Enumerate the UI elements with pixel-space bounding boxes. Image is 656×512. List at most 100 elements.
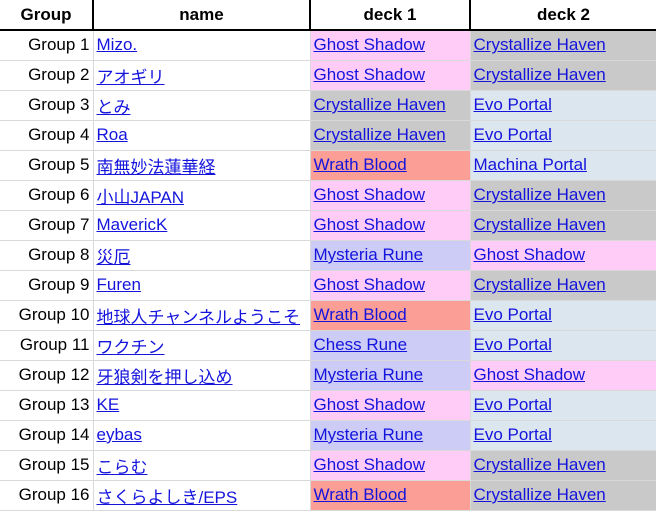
deck1-link[interactable]: Mysteria Rune [314,425,424,444]
deck2-cell: Machina Portal [470,150,656,181]
table-row: Group 2 アオギリ Ghost Shadow Crystallize Haven [0,60,656,91]
deck1-cell: Ghost Shadow [310,30,471,61]
player-name-link[interactable]: 小山JAPAN [97,188,185,207]
deck2-cell: Crystallize Haven [470,270,656,301]
player-name-cell: さくらよしき/EPS [93,480,311,511]
deck2-link[interactable]: Crystallize Haven [474,455,606,474]
deck2-link[interactable]: Ghost Shadow [474,365,586,384]
deck2-link[interactable]: Crystallize Haven [474,65,606,84]
deck2-link[interactable]: Crystallize Haven [474,485,606,504]
group-label-cell: Group 7 [0,210,94,241]
deck1-cell: Wrath Blood [310,300,471,331]
deck2-link[interactable]: Evo Portal [474,95,552,114]
deck2-link[interactable]: Crystallize Haven [474,185,606,204]
deck2-link[interactable]: Evo Portal [474,125,552,144]
deck2-cell: Evo Portal [470,120,656,151]
table-row: Group 10 地球人チャンネルようこそ Wrath Blood Evo Porta… [0,300,656,331]
deck2-cell: Ghost Shadow [470,240,656,271]
player-name-cell: Mizo. [93,30,311,61]
table-row: Group 9 Furen Ghost Shadow Crystallize Have… [0,270,656,301]
group-label-cell: Group 5 [0,150,94,181]
deck1-link[interactable]: Wrath Blood [314,305,407,324]
table-row: Group 15 こらむ Ghost Shadow Crystallize Haven [0,450,656,481]
player-name-link[interactable]: Roa [97,125,128,144]
group-label-cell: Group 1 [0,30,94,61]
player-name-link[interactable]: さくらよしき/EPS [97,488,238,507]
group-label-cell: Group 11 [0,330,94,361]
group-label-cell: Group 2 [0,60,94,91]
player-name-link[interactable]: 地球人チャンネルようこそ [97,308,301,327]
deck1-link[interactable]: Ghost Shadow [314,395,426,414]
deck2-cell: Evo Portal [470,390,656,421]
deck1-link[interactable]: Ghost Shadow [314,275,426,294]
deck1-cell: Ghost Shadow [310,180,471,211]
group-label-cell: Group 4 [0,120,94,151]
column-header-deck1[interactable]: deck 1 [310,0,471,31]
column-header-deck2[interactable]: deck 2 [470,0,656,31]
group-label-cell: Group 12 [0,360,94,391]
deck1-link[interactable]: Ghost Shadow [314,215,426,234]
player-name-cell: ワクチン [93,330,311,361]
player-name-link[interactable]: とみ [97,98,131,117]
deck1-link[interactable]: Mysteria Rune [314,245,424,264]
deck2-cell: Crystallize Haven [470,60,656,91]
deck2-link[interactable]: Evo Portal [474,395,552,414]
deck2-link[interactable]: Machina Portal [474,155,587,174]
deck1-link[interactable]: Crystallize Haven [314,95,446,114]
player-name-link[interactable]: 災厄 [97,248,131,267]
player-name-cell: Furen [93,270,311,301]
player-name-cell: 小山JAPAN [93,180,311,211]
player-name-link[interactable]: 牙狼剣を押し込め [97,368,233,387]
player-name-link[interactable]: こらむ [97,458,148,477]
deck2-link[interactable]: Crystallize Haven [474,35,606,54]
group-label-cell: Group 16 [0,480,94,511]
deck1-cell: Wrath Blood [310,150,471,181]
deck1-cell: Mysteria Rune [310,420,471,451]
deck2-link[interactable]: Crystallize Haven [474,275,606,294]
deck2-cell: Crystallize Haven [470,450,656,481]
table-row: Group 16 さくらよしき/EPS Wrath Blood Crystallize… [0,480,656,511]
deck1-link[interactable]: Ghost Shadow [314,35,426,54]
player-name-link[interactable]: ワクチン [97,338,165,357]
player-name-link[interactable]: Mizo. [97,35,138,54]
deck2-cell: Crystallize Haven [470,30,656,61]
player-name-link[interactable]: アオギリ [97,68,165,87]
table-row: Group 5 南無妙法蓮華経 Wrath Blood Machina Portal [0,150,656,181]
deck2-cell: Crystallize Haven [470,480,656,511]
deck2-link[interactable]: Evo Portal [474,425,552,444]
group-label-cell: Group 13 [0,390,94,421]
player-name-link[interactable]: KE [97,395,120,414]
deck1-link[interactable]: Wrath Blood [314,155,407,174]
table-row: Group 12 牙狼剣を押し込め Mysteria Rune Ghost Shado… [0,360,656,391]
deck2-link[interactable]: Evo Portal [474,305,552,324]
deck1-link[interactable]: Ghost Shadow [314,65,426,84]
deck2-link[interactable]: Ghost Shadow [474,245,586,264]
player-name-cell: こらむ [93,450,311,481]
player-name-cell: 地球人チャンネルようこそ [93,300,311,331]
deck1-link[interactable]: Crystallize Haven [314,125,446,144]
deck2-cell: Evo Portal [470,330,656,361]
column-header-group[interactable]: Group [0,0,94,31]
table-row: Group 7 MavericK Ghost Shadow Crystallize H… [0,210,656,241]
group-label-cell: Group 6 [0,180,94,211]
deck2-link[interactable]: Evo Portal [474,335,552,354]
deck1-link[interactable]: Chess Rune [314,335,408,354]
player-name-link[interactable]: MavericK [97,215,168,234]
column-header-name[interactable]: name [93,0,311,31]
deck1-cell: Wrath Blood [310,480,471,511]
player-name-link[interactable]: 南無妙法蓮華経 [97,158,216,177]
deck1-cell: Crystallize Haven [310,120,471,151]
deck1-link[interactable]: Ghost Shadow [314,455,426,474]
player-name-link[interactable]: Furen [97,275,141,294]
deck1-link[interactable]: Mysteria Rune [314,365,424,384]
player-name-link[interactable]: eybas [97,425,142,444]
table-row: Group 11 ワクチン Chess Rune Evo Portal [0,330,656,361]
deck2-cell: Evo Portal [470,420,656,451]
table-row: Group 8 災厄 Mysteria Rune Ghost Shadow [0,240,656,271]
deck2-link[interactable]: Crystallize Haven [474,215,606,234]
deck2-cell: Crystallize Haven [470,210,656,241]
deck1-link[interactable]: Wrath Blood [314,485,407,504]
deck1-link[interactable]: Ghost Shadow [314,185,426,204]
deck1-cell: Ghost Shadow [310,60,471,91]
table-row: Group 6 小山JAPAN Ghost Shadow Crystallize Ha… [0,180,656,211]
